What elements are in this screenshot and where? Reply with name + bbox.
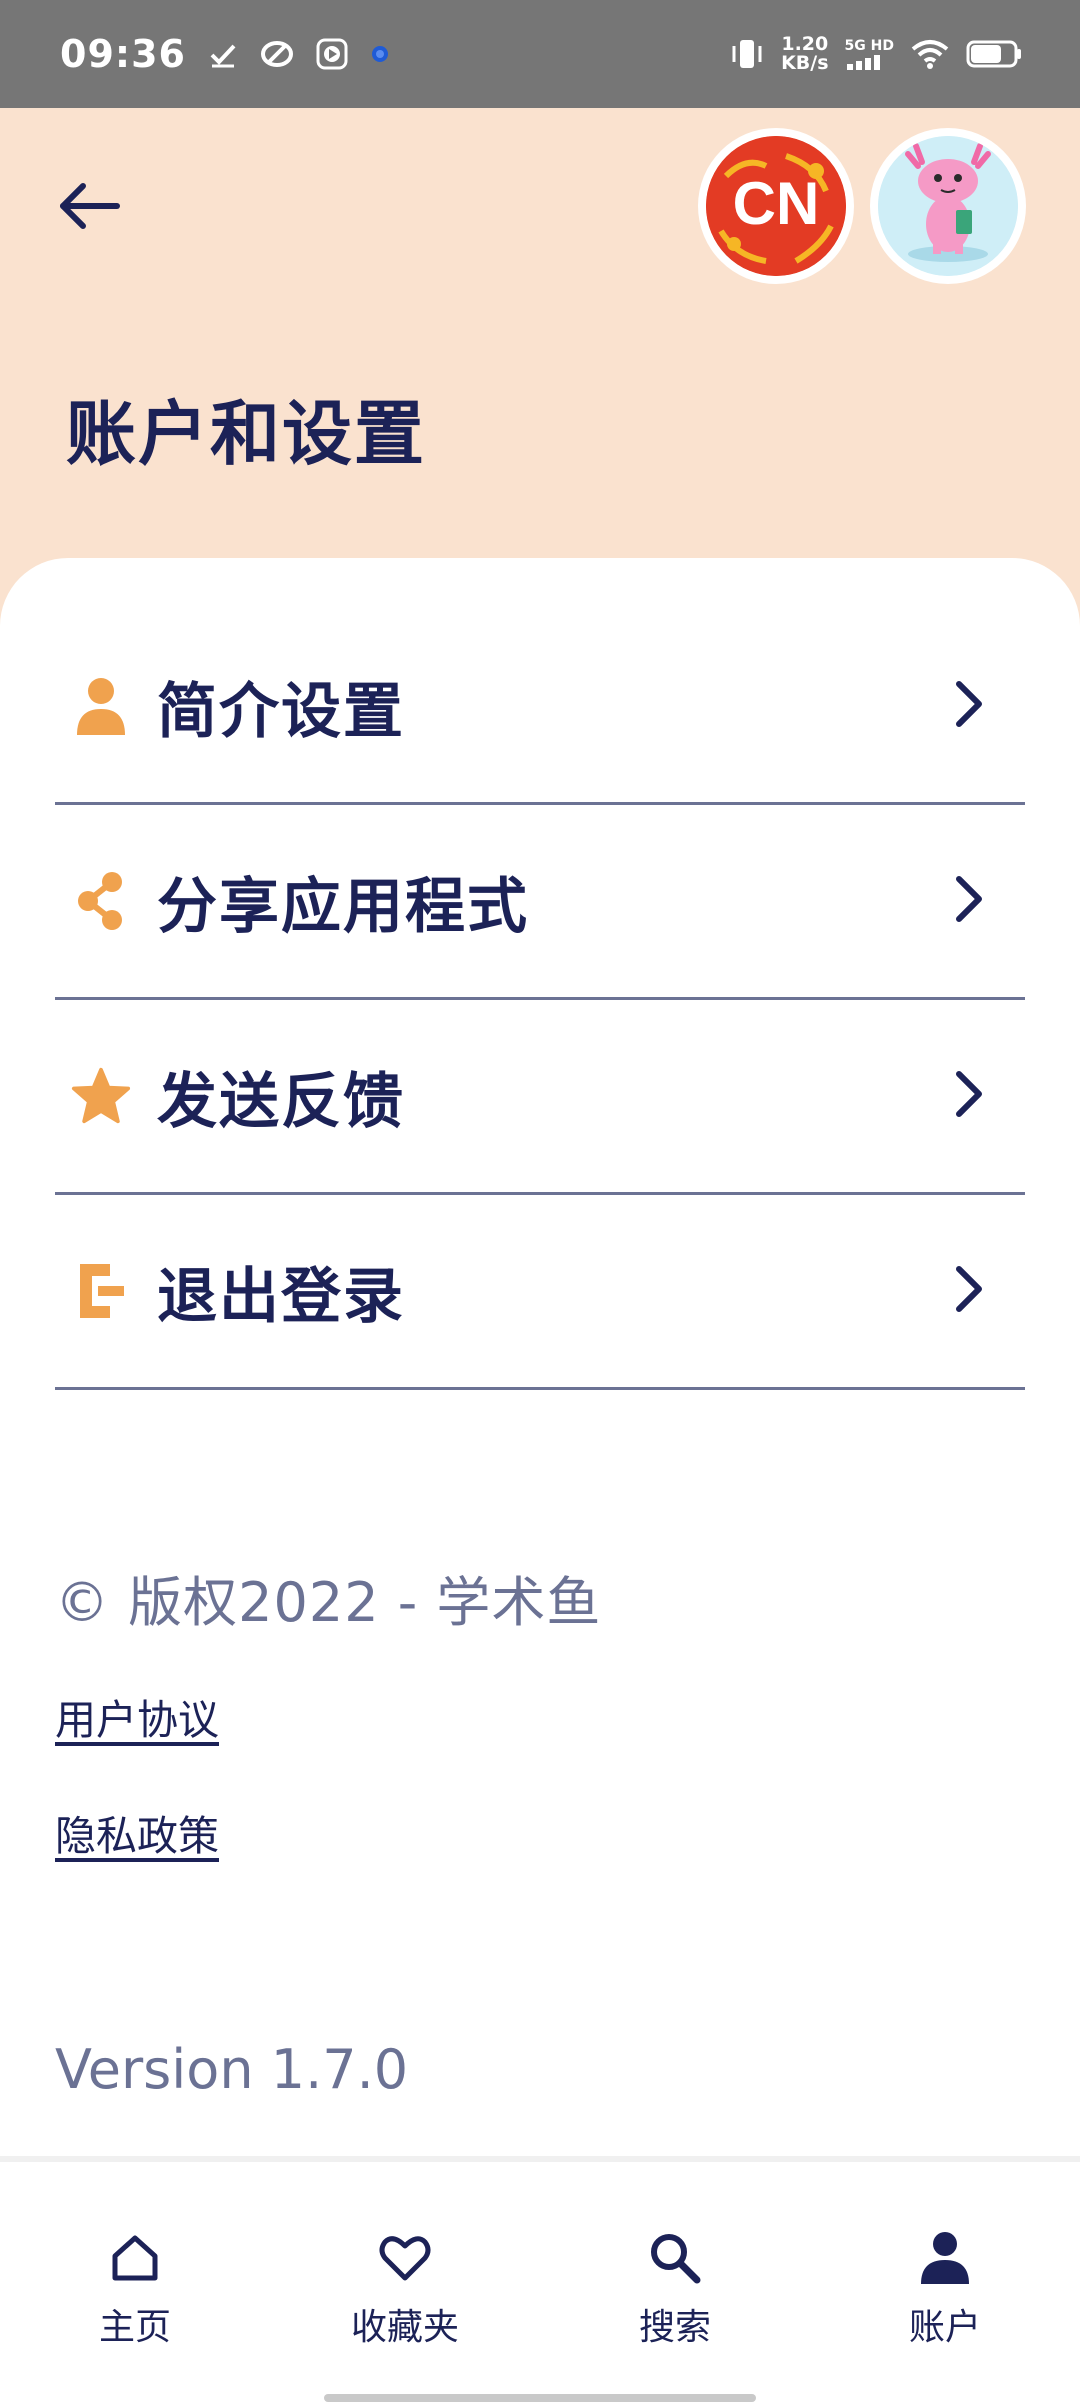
vibrate-icon [729, 37, 765, 71]
net-type: 5G HD [844, 37, 894, 54]
sync-icon [260, 39, 294, 69]
menu-item-share-app[interactable]: 分享应用程式 [55, 805, 1025, 1000]
nav-item-account[interactable]: 账户 [845, 2226, 1045, 2350]
language-switch-button[interactable]: CN [698, 128, 854, 284]
chevron-right-icon [956, 681, 982, 727]
net-speed: 1.20 KB/s [781, 35, 828, 73]
notification-dot-icon [370, 44, 390, 64]
share-icon [71, 866, 131, 936]
home-icon [107, 2226, 163, 2290]
menu-item-label: 分享应用程式 [157, 871, 529, 942]
net-speed-unit: KB/s [781, 52, 829, 74]
status-time: 09:36 [60, 32, 186, 76]
status-right: 1.20 KB/s 5G HD [729, 35, 1022, 73]
account-icon [919, 2226, 971, 2290]
star-icon [71, 1061, 131, 1131]
privacy-link[interactable]: 隐私政策 [55, 1802, 219, 1862]
search-icon [647, 2226, 703, 2290]
nav-item-search[interactable]: 搜索 [575, 2226, 775, 2350]
status-bar: 09:36 1.20 KB/s 5G HD [0, 0, 1080, 108]
copyright-text: © 版权2022 - 学术鱼 [55, 1571, 602, 1634]
play-icon [316, 38, 348, 70]
menu-item-label: 发送反馈 [157, 1066, 405, 1137]
battery-icon [966, 39, 1022, 69]
bottom-nav: 主页 收藏夹 搜索 账户 [0, 2156, 1080, 2408]
nav-item-home[interactable]: 主页 [35, 2226, 235, 2350]
flag-cn-icon: CN [706, 136, 846, 276]
person-icon [71, 671, 131, 741]
status-left: 09:36 [60, 32, 390, 76]
version-text: Version 1.7.0 [55, 2038, 409, 2101]
page-title: 账户和设置 [66, 393, 426, 475]
heart-icon [377, 2226, 433, 2290]
user-avatar[interactable] [870, 128, 1026, 284]
chevron-right-icon [956, 876, 982, 922]
menu-item-send-feedback[interactable]: 发送反馈 [55, 1000, 1025, 1195]
menu-item-label: 退出登录 [157, 1261, 405, 1332]
content-card: 简介设置 分享应用程式 发送反馈 退出登录 © 版权2022 - 学术鱼 用户协… [0, 558, 1080, 2156]
nav-label: 收藏夹 [350, 2307, 459, 2348]
nav-item-favorites[interactable]: 收藏夹 [305, 2226, 505, 2350]
home-indicator[interactable] [324, 2394, 756, 2402]
menu-item-profile-settings[interactable]: 简介设置 [55, 610, 1025, 805]
chevron-right-icon [956, 1266, 982, 1312]
wifi-icon [910, 38, 950, 70]
menu-item-logout[interactable]: 退出登录 [55, 1195, 1025, 1390]
download-done-icon [208, 39, 238, 69]
logout-icon [71, 1256, 131, 1326]
terms-link[interactable]: 用户协议 [55, 1686, 219, 1746]
language-badge-text: CN [733, 170, 820, 237]
chevron-right-icon [956, 1071, 982, 1117]
header: CN 账户和设置 [0, 108, 1080, 628]
nav-label: 搜索 [638, 2307, 711, 2348]
nav-label: 主页 [98, 2307, 171, 2348]
signal-icon: 5G HD [844, 37, 894, 70]
settings-menu: 简介设置 分享应用程式 发送反馈 退出登录 [55, 610, 1025, 1390]
arrow-left-icon [60, 183, 120, 229]
back-button[interactable] [55, 176, 127, 236]
axolotl-avatar-icon [878, 136, 1018, 276]
nav-label: 账户 [908, 2307, 981, 2348]
menu-item-label: 简介设置 [157, 676, 405, 747]
